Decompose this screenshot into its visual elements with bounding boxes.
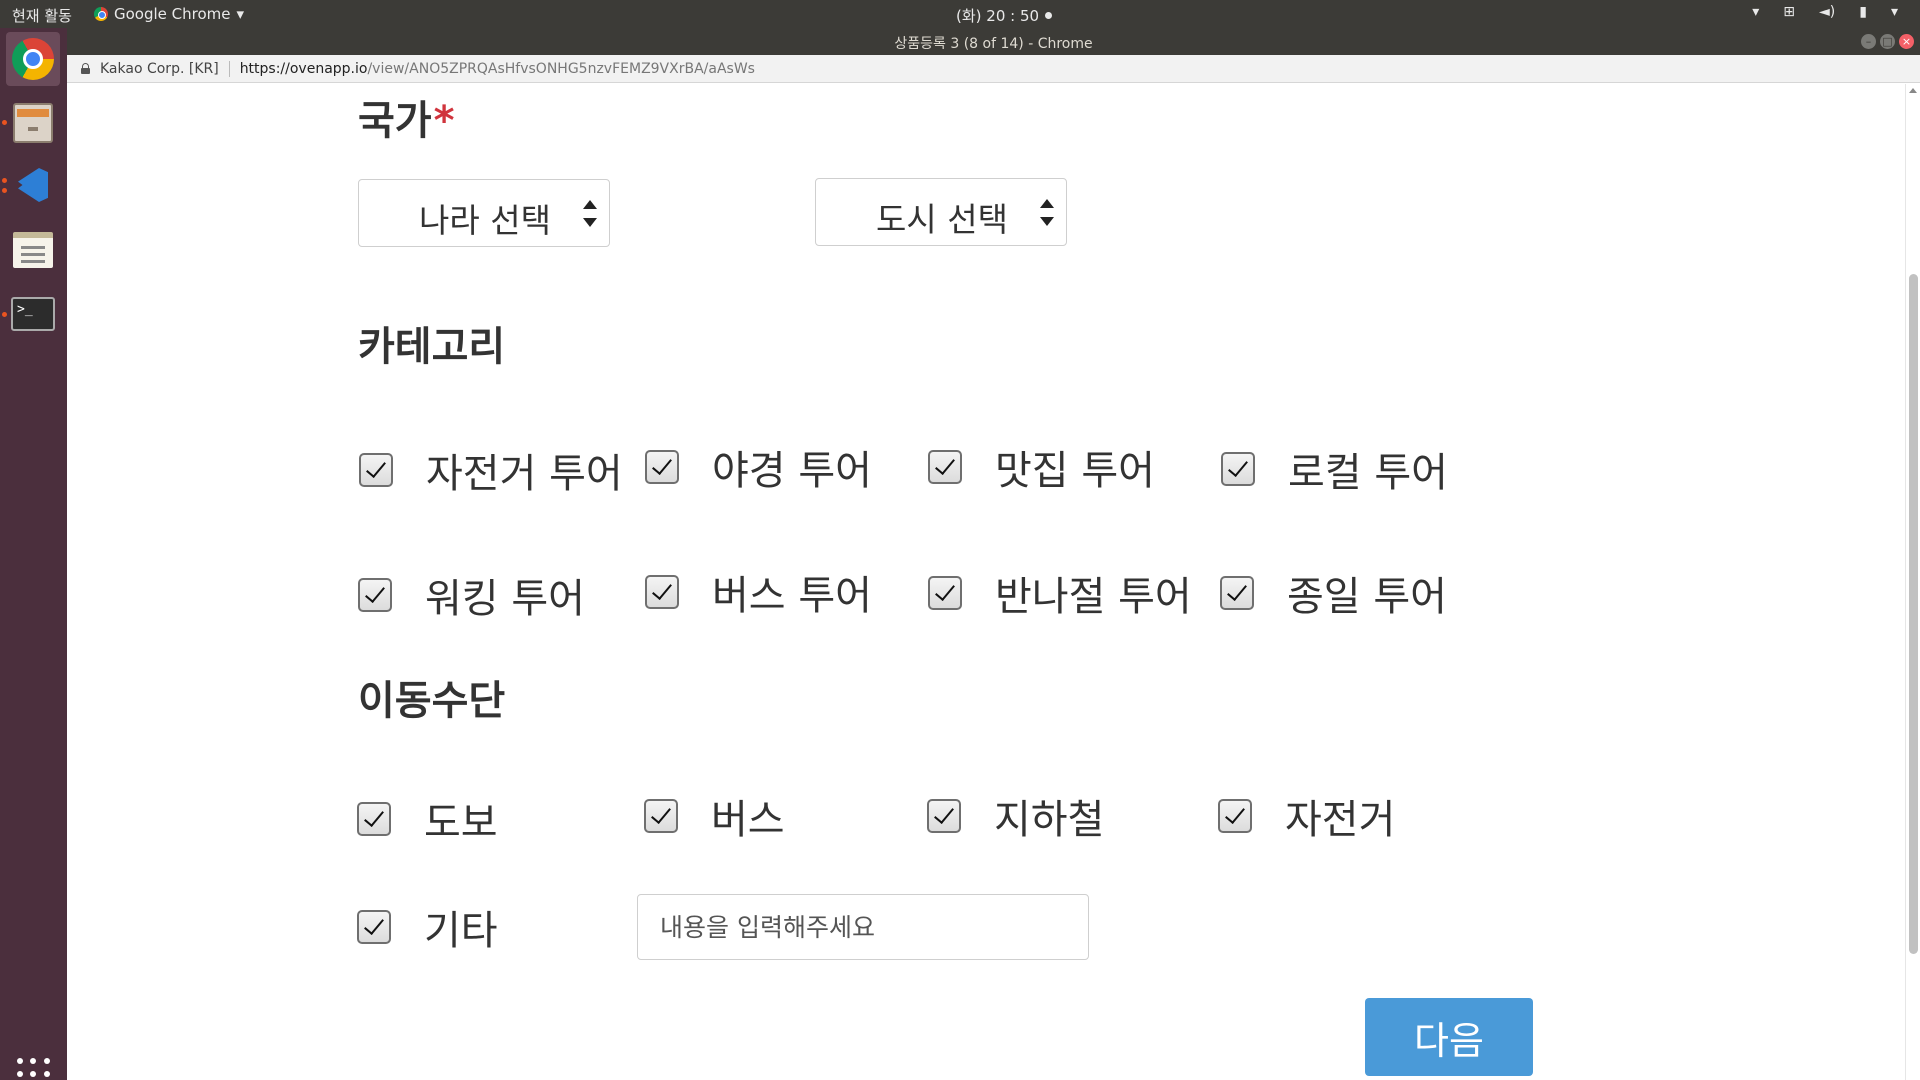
category-checkbox-item[interactable]: 종일 투어	[1220, 564, 1447, 622]
category-label: 맛집 투어	[995, 448, 1155, 494]
transport-label: 기타	[424, 908, 498, 954]
category-label: 반나절 투어	[995, 574, 1192, 620]
launcher-text-editor[interactable]	[6, 223, 60, 277]
checkbox-checked[interactable]	[357, 802, 391, 836]
dropdown-caret-icon[interactable]: ▾	[1752, 4, 1759, 20]
category-checkbox-item[interactable]: 맛집 투어	[928, 438, 1155, 496]
scroll-up-icon[interactable]	[1909, 88, 1917, 93]
clock-label: (화) 20 : 50	[956, 7, 1040, 25]
window-controls: – □ ×	[1861, 34, 1914, 49]
category-checkbox-item[interactable]: 로컬 투어	[1221, 440, 1448, 498]
category-section-title: 카테고리	[358, 324, 506, 370]
country-select-value: 나라 선택	[419, 201, 551, 240]
window-title: 상품등록 3 (8 of 14) - Chrome	[894, 36, 1093, 52]
checkbox-checked[interactable]	[359, 453, 393, 487]
chrome-icon	[12, 38, 54, 80]
checkbox-checked[interactable]	[644, 799, 678, 833]
required-mark: *	[433, 98, 455, 144]
category-label: 종일 투어	[1287, 574, 1447, 620]
files-icon	[13, 103, 53, 143]
checkbox-checked[interactable]	[1221, 452, 1255, 486]
scrollbar-thumb[interactable]	[1909, 274, 1918, 954]
category-label: 버스 투어	[712, 573, 872, 619]
category-checkbox-item[interactable]: 야경 투어	[645, 438, 872, 496]
select-arrows-icon	[1040, 199, 1054, 229]
address-bar[interactable]: Kakao Corp. [KR] https://ovenapp.io /vie…	[67, 55, 1920, 83]
country-section-title: 국가*	[358, 88, 455, 146]
category-label: 로컬 투어	[1288, 450, 1448, 496]
maximize-icon[interactable]: □	[1880, 34, 1895, 49]
close-icon[interactable]: ×	[1899, 34, 1914, 49]
category-label: 자전거 투어	[426, 451, 623, 497]
checkbox-checked[interactable]	[358, 578, 392, 612]
launcher-files[interactable]	[6, 96, 60, 150]
url-path: /view/ANO5ZPRQAsHfvsONHG5nzvFEMZ9VXrBA/a…	[367, 60, 755, 77]
transport-checkbox-item[interactable]: 지하철	[927, 787, 1104, 845]
checkbox-checked[interactable]	[927, 799, 961, 833]
city-select[interactable]: 도시 선택	[815, 178, 1067, 246]
chrome-mini-icon	[94, 7, 108, 21]
activities-button[interactable]: 현재 활동	[12, 5, 72, 26]
system-top-panel: 현재 활동 Google Chrome ▾ (화) 20 : 50 ▾ ⊞ ◄)…	[0, 0, 1920, 28]
site-org: Kakao Corp. [KR]	[100, 60, 219, 77]
transport-label: 자전거	[1285, 797, 1396, 843]
transport-label: 지하철	[994, 797, 1105, 843]
page-scrollbar[interactable]	[1905, 84, 1920, 1080]
category-checkbox-item[interactable]: 워킹 투어	[358, 566, 585, 624]
transport-label: 도보	[424, 800, 498, 846]
clock[interactable]: (화) 20 : 50	[956, 5, 1053, 26]
city-select-value: 도시 선택	[876, 200, 1008, 239]
volume-icon[interactable]: ◄)	[1819, 4, 1835, 20]
launcher: >_	[0, 28, 67, 1080]
notification-dot-icon	[1045, 12, 1053, 19]
app-menu-label: Google Chrome	[114, 5, 231, 23]
caret-down-icon: ▾	[236, 5, 245, 23]
terminal-icon: >_	[11, 297, 55, 331]
transport-checkbox-item[interactable]: 도보	[357, 790, 498, 848]
category-label: 야경 투어	[712, 448, 872, 494]
checkbox-checked[interactable]	[928, 450, 962, 484]
category-label: 워킹 투어	[425, 576, 585, 622]
category-checkbox-item[interactable]: 자전거 투어	[359, 441, 623, 499]
show-applications-icon[interactable]	[17, 1058, 51, 1080]
checkbox-checked[interactable]	[357, 910, 391, 944]
transport-label: 버스	[711, 797, 785, 843]
network-icon[interactable]: ⊞	[1783, 4, 1795, 20]
category-checkbox-item[interactable]: 버스 투어	[645, 563, 872, 621]
category-checkbox-item[interactable]: 반나절 투어	[928, 564, 1192, 622]
minimize-icon[interactable]: –	[1861, 34, 1876, 49]
transport-section-title: 이동수단	[358, 678, 506, 724]
checkbox-checked[interactable]	[928, 576, 962, 610]
launcher-chrome[interactable]	[6, 32, 60, 86]
launcher-vscode[interactable]	[6, 158, 60, 212]
text-editor-icon	[13, 232, 53, 268]
power-caret-icon[interactable]: ▾	[1891, 4, 1898, 20]
address-separator	[228, 60, 230, 77]
select-arrows-icon	[583, 200, 597, 230]
checkbox-checked[interactable]	[645, 450, 679, 484]
lock-icon[interactable]	[81, 63, 90, 74]
url-host: https://ovenapp.io	[239, 60, 368, 77]
checkbox-checked[interactable]	[645, 575, 679, 609]
system-tray: ▾ ⊞ ◄) ▮ ▾	[1752, 4, 1898, 20]
app-menu[interactable]: Google Chrome ▾	[94, 5, 244, 23]
transport-checkbox-item[interactable]: 자전거	[1218, 787, 1395, 845]
next-button[interactable]: 다음	[1365, 998, 1533, 1076]
country-title-text: 국가	[358, 98, 432, 144]
vscode-icon	[14, 166, 52, 204]
transport-checkbox-item[interactable]: 기타	[357, 898, 498, 956]
other-transport-input[interactable]	[637, 894, 1089, 960]
country-select[interactable]: 나라 선택	[358, 179, 610, 247]
page-content: 국가* 나라 선택 도시 선택 카테고리 자전거 투어 야경 투어 맛집 투어 …	[67, 84, 1905, 1080]
battery-icon[interactable]: ▮	[1859, 4, 1867, 20]
launcher-terminal[interactable]: >_	[6, 287, 60, 341]
checkbox-checked[interactable]	[1220, 576, 1254, 610]
window-title-bar: 상품등록 3 (8 of 14) - Chrome – □ ×	[67, 28, 1920, 55]
checkbox-checked[interactable]	[1218, 799, 1252, 833]
transport-checkbox-item[interactable]: 버스	[644, 787, 785, 845]
